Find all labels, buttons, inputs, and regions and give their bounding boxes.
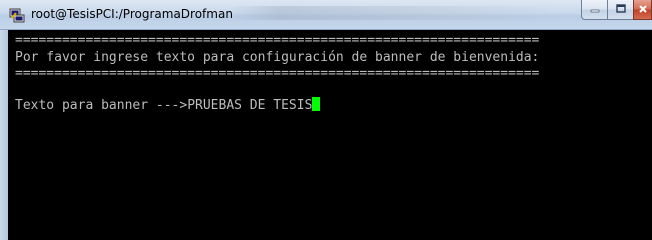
- terminal-window: root@TesisPCI:/ProgramaDrofman =========…: [0, 0, 652, 240]
- minimize-icon: [590, 1, 600, 19]
- title-bar-glass: [230, 6, 560, 20]
- caption-buttons: [581, 0, 652, 21]
- text-cursor: [312, 97, 321, 111]
- window-frame-left: [0, 30, 8, 240]
- title-bar[interactable]: root@TesisPCI:/ProgramaDrofman: [0, 0, 652, 30]
- separator-top: ========================================…: [15, 33, 540, 48]
- input-label: Texto para banner --->: [15, 98, 188, 113]
- prompt-heading: Por favor ingrese texto para configuraci…: [15, 50, 540, 65]
- input-value[interactable]: PRUEBAS DE TESIS: [187, 98, 312, 113]
- terminal-screen[interactable]: ========================================…: [8, 30, 652, 240]
- minimize-button[interactable]: [581, 0, 607, 20]
- maximize-button[interactable]: [607, 0, 633, 20]
- close-button[interactable]: [633, 0, 652, 20]
- window-title: root@TesisPCI:/ProgramaDrofman: [31, 7, 233, 21]
- separator-bottom: ========================================…: [15, 66, 540, 81]
- input-line[interactable]: Texto para banner --->PRUEBAS DE TESIS: [15, 97, 321, 113]
- putty-terminal-icon[interactable]: [9, 7, 25, 23]
- maximize-icon: [615, 1, 626, 19]
- close-icon: [638, 1, 648, 19]
